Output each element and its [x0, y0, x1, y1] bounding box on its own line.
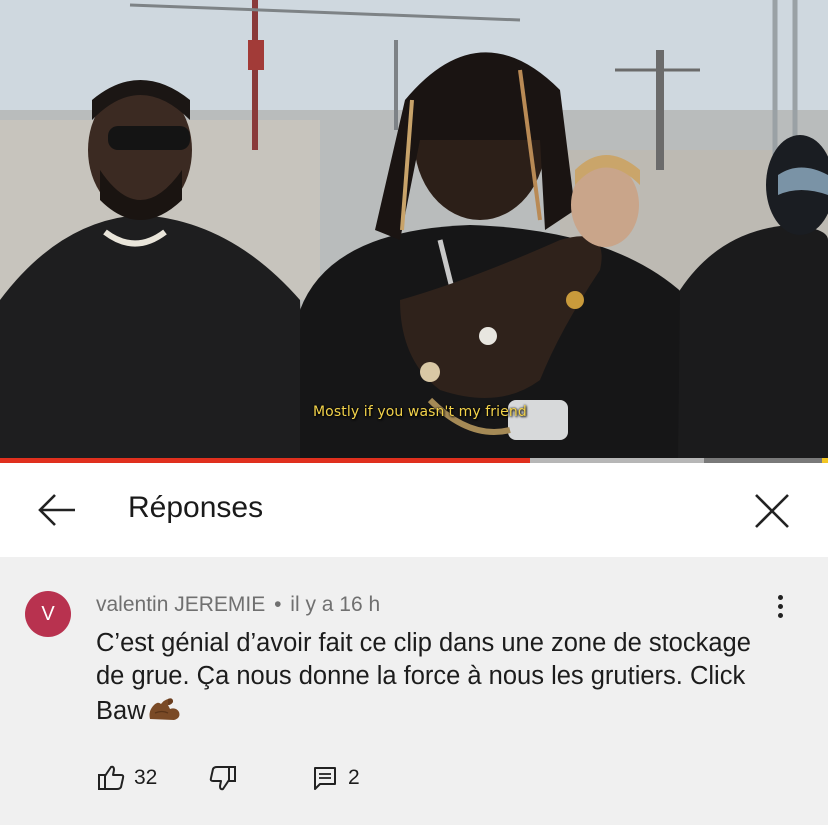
comment-reply-icon [314, 767, 336, 790]
flexed-biceps-emoji-icon [149, 698, 180, 720]
dislike-button[interactable] [208, 761, 238, 795]
kebab-dot [777, 594, 783, 600]
video-player[interactable]: Mostly if you wasn't my friend [0, 0, 828, 458]
comment-author[interactable]: valentin JEREMIE [96, 593, 265, 616]
like-button[interactable]: 32 [96, 761, 157, 795]
avatar-letter: V [41, 602, 55, 625]
back-button[interactable] [30, 487, 84, 533]
video-frame [0, 0, 828, 458]
thumbs-down-icon [209, 766, 236, 791]
meta-separator: • [274, 593, 282, 616]
thumbs-up-icon [98, 765, 125, 790]
video-subtitle: Mostly if you wasn't my friend [313, 404, 527, 420]
comment-meta: valentin JEREMIE • il y a 16 h [96, 593, 380, 617]
kebab-dot [777, 603, 783, 609]
comment-body: C’est génial d’avoir fait ce clip dans u… [96, 627, 786, 728]
kebab-dot [777, 612, 783, 618]
comment-actions: 32 2 [0, 761, 828, 795]
reply-button[interactable]: 2 [312, 761, 360, 795]
comment-thread-item: V valentin JEREMIE • il y a 16 h C’est g… [0, 557, 828, 825]
close-x-icon [755, 494, 789, 528]
like-count: 32 [134, 766, 158, 789]
comment-text: C’est génial d’avoir fait ce clip dans u… [96, 629, 751, 725]
arrow-left-icon [38, 494, 75, 526]
more-options-button[interactable] [766, 591, 794, 621]
comment-time: il y a 16 h [290, 593, 381, 616]
page-title: Réponses [128, 491, 264, 524]
replies-header: Réponses [0, 463, 828, 557]
reply-count: 2 [348, 766, 360, 789]
avatar[interactable]: V [25, 591, 71, 637]
close-button[interactable] [744, 485, 800, 537]
